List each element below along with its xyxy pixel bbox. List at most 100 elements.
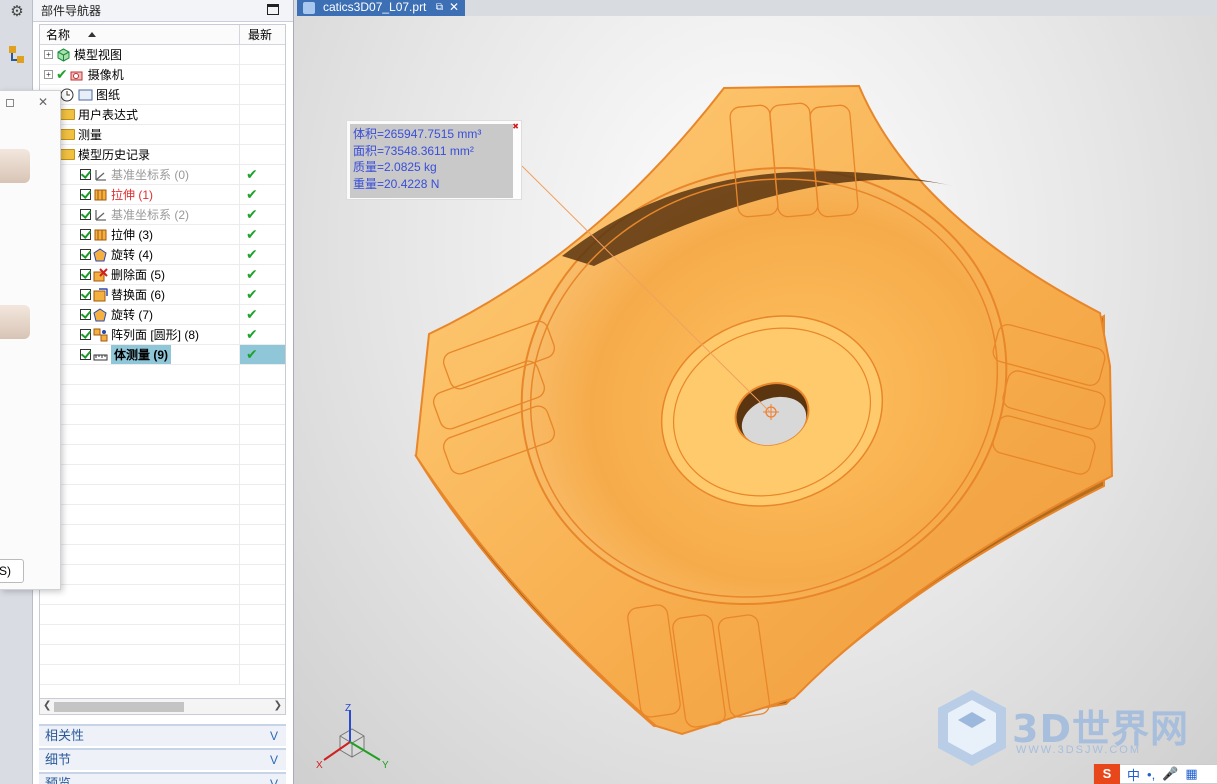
close-icon[interactable]: ✕: [38, 95, 48, 109]
model-views-icon: [57, 47, 70, 62]
empty-row: [40, 445, 285, 465]
microphone-icon[interactable]: 🎤: [1162, 766, 1178, 782]
tree-row-feature[interactable]: 删除面 (5) ✔: [40, 265, 285, 285]
scroll-left-icon[interactable]: ❮: [43, 700, 51, 711]
camera-icon: [70, 71, 83, 80]
checkbox[interactable]: [80, 349, 91, 360]
tab-part-file[interactable]: catics3D07_L07.prt ⧉ ✕: [297, 0, 465, 16]
expand-icon[interactable]: +: [44, 50, 53, 59]
close-icon[interactable]: ✖: [512, 122, 519, 131]
checkbox[interactable]: [80, 209, 91, 220]
punctuation-icon[interactable]: •,: [1147, 767, 1155, 782]
tab-title: catics3D07_L07.prt: [323, 0, 427, 14]
assembly-navigator-icon[interactable]: [6, 44, 28, 66]
empty-row: [40, 385, 285, 405]
panel-dependencies[interactable]: 相关性 V: [39, 724, 286, 746]
tree-label: 体测量 (9): [111, 345, 172, 364]
measurement-info-panel: 体积=265947.7515 mm³ 面积=73548.3611 mm² 质量=…: [350, 124, 513, 198]
tree-row-feature[interactable]: 替换面 (6) ✔: [40, 285, 285, 305]
restore-icon[interactable]: [6, 99, 14, 107]
tree-row-user-expressions[interactable]: 用户表达式: [40, 105, 285, 125]
scroll-thumb[interactable]: [54, 702, 184, 712]
tree-row-drawings[interactable]: 图纸: [40, 85, 285, 105]
empty-row: [40, 565, 285, 585]
tree-label: 用户表达式: [78, 108, 139, 122]
tree-row-feature-selected[interactable]: 体测量 (9) ✔: [40, 345, 285, 365]
tree-row-feature[interactable]: 阵列面 [圆形] (8) ✔: [40, 325, 285, 345]
gear-icon[interactable]: ⚙: [6, 0, 28, 22]
z-axis-label: Z: [345, 703, 351, 714]
x-axis-label: X: [316, 760, 323, 771]
panel-details[interactable]: 细节 V: [39, 748, 286, 770]
dialog-button[interactable]: S): [0, 559, 24, 583]
tree-column-header: 名称 最新: [40, 25, 285, 45]
keyboard-icon[interactable]: ▦: [1185, 766, 1197, 782]
measurement-info-box[interactable]: 体积=265947.7515 mm³ 面积=73548.3611 mm² 质量=…: [346, 120, 522, 200]
volume-readout: 体积=265947.7515 mm³: [353, 127, 482, 141]
revolve-icon: [93, 307, 107, 321]
tree-row-feature[interactable]: 拉伸 (1) ✔: [40, 185, 285, 205]
empty-row: [40, 665, 285, 685]
mass-readout: 质量=2.0825 kg: [353, 160, 437, 174]
tree-row-feature[interactable]: 基准坐标系 (0) ✔: [40, 165, 285, 185]
tree-row-feature[interactable]: 旋转 (4) ✔: [40, 245, 285, 265]
datum-csys-icon: [95, 169, 106, 181]
popout-icon[interactable]: ⧉: [436, 0, 443, 15]
close-tab-icon[interactable]: ✕: [449, 0, 459, 15]
checkbox[interactable]: [80, 329, 91, 340]
tree-row-model-history[interactable]: 模型历史记录: [40, 145, 285, 165]
navigator-title: 部件导航器: [41, 4, 102, 18]
navigator-tree: 名称 最新 + 模型视图 + ✔ 摄像机 图纸 用户表达式 测量 模型历史记录 …: [39, 24, 286, 700]
sogou-logo-icon: S: [1094, 764, 1120, 784]
avatar[interactable]: [0, 305, 30, 339]
sort-ascending-icon: [88, 32, 96, 37]
empty-row: [40, 365, 285, 385]
tree-label: 模型历史记录: [78, 148, 151, 162]
view-triad[interactable]: Z X Y: [314, 702, 394, 772]
replace-face-icon: [93, 287, 108, 301]
tree-row-cameras[interactable]: + ✔ 摄像机: [40, 65, 285, 85]
avatar[interactable]: [0, 149, 30, 183]
column-latest-header[interactable]: 最新: [240, 25, 285, 44]
document-tab-bar: catics3D07_L07.prt ⧉ ✕: [294, 0, 1217, 16]
tree-row-model-views[interactable]: + 模型视图: [40, 45, 285, 65]
ime-mode[interactable]: 中: [1127, 765, 1140, 784]
ime-toolbar[interactable]: S 中 •, 🎤 ▦: [1093, 764, 1217, 784]
area-readout: 面积=73548.3611 mm²: [353, 143, 474, 158]
tree-row-feature[interactable]: 旋转 (7) ✔: [40, 305, 285, 325]
checkbox[interactable]: [80, 189, 91, 200]
empty-row: [40, 625, 285, 645]
checkbox[interactable]: [80, 249, 91, 260]
checkbox[interactable]: [80, 289, 91, 300]
checkbox[interactable]: [80, 269, 91, 280]
visible-check-icon: ✔: [56, 66, 68, 82]
tree-label: 删除面 (5): [111, 268, 166, 282]
checkbox[interactable]: [80, 229, 91, 240]
tree-row-feature[interactable]: 拉伸 (3) ✔: [40, 225, 285, 245]
up-to-date-check-icon: ✔: [246, 206, 258, 222]
checkbox[interactable]: [80, 309, 91, 320]
up-to-date-check-icon: ✔: [246, 166, 258, 182]
part-navigator: 部件导航器 名称 最新 + 模型视图 + ✔ 摄像机 图纸 用户表达式 测量 模…: [33, 0, 294, 784]
tree-label: 旋转 (7): [111, 308, 154, 322]
horizontal-scrollbar[interactable]: ❮ ❯: [39, 698, 286, 715]
empty-row: [40, 485, 285, 505]
up-to-date-check-icon: ✔: [246, 346, 258, 362]
column-name-header[interactable]: 名称: [40, 25, 240, 44]
drawing-icon: [78, 89, 93, 100]
scroll-right-icon[interactable]: ❯: [274, 700, 282, 711]
extrude-icon: [94, 189, 107, 200]
graphics-viewport[interactable]: 体积=265947.7515 mm³ 面积=73548.3611 mm² 质量=…: [294, 16, 1217, 784]
checkbox[interactable]: [80, 169, 91, 180]
empty-row: [40, 605, 285, 625]
panel-preview[interactable]: 预览 V: [39, 772, 286, 784]
up-to-date-check-icon: ✔: [246, 186, 258, 202]
tree-label: 基准坐标系 (2): [111, 208, 190, 222]
maximize-icon[interactable]: [267, 4, 279, 15]
tree-row-measurements[interactable]: 测量: [40, 125, 285, 145]
tree-label: 图纸: [96, 88, 121, 102]
tree-row-feature[interactable]: 基准坐标系 (2) ✔: [40, 205, 285, 225]
extrude-icon: [94, 229, 107, 240]
tree-label: 基准坐标系 (0): [111, 168, 190, 182]
expand-icon[interactable]: +: [44, 70, 53, 79]
